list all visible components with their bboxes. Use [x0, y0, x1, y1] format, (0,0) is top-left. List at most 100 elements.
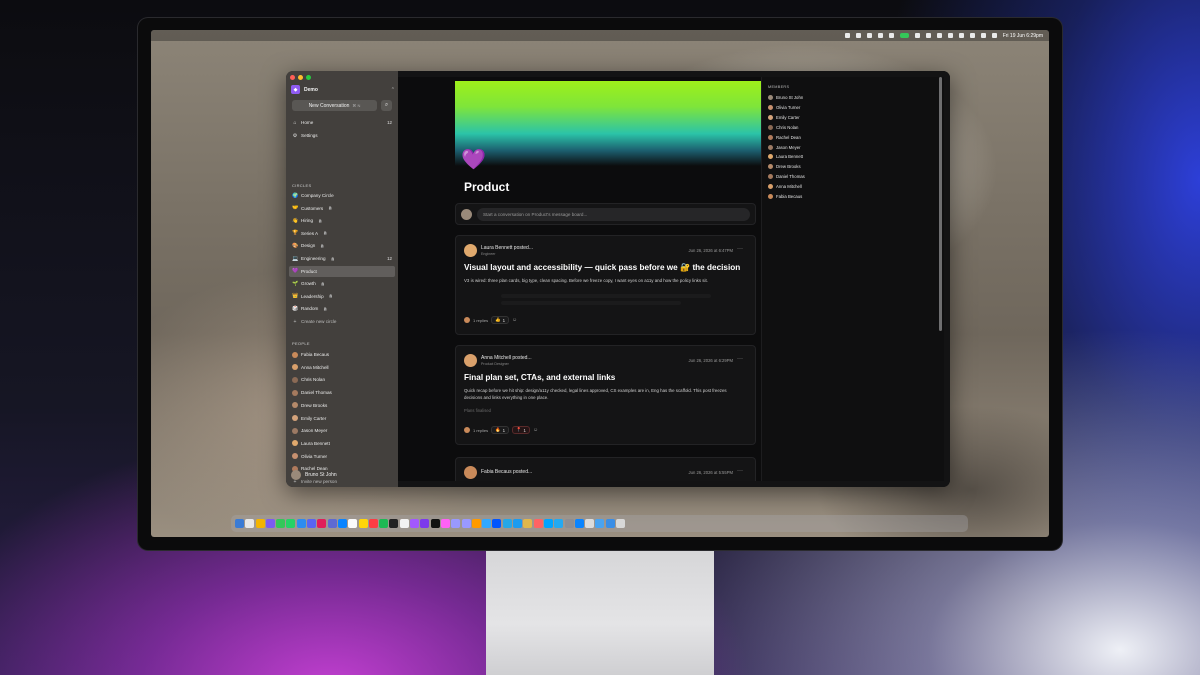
linear-icon[interactable]: [327, 519, 337, 528]
vscode-icon[interactable]: [554, 519, 564, 528]
status-icon[interactable]: [925, 33, 931, 38]
spotify-icon[interactable]: [379, 519, 389, 528]
sidebar-item-person[interactable]: Jason Meyer: [289, 425, 395, 436]
figma-icon[interactable]: [410, 519, 420, 528]
folder-icon[interactable]: [595, 519, 605, 528]
settings-icon[interactable]: [564, 519, 574, 528]
illustrator-icon[interactable]: [471, 519, 481, 528]
sidebar-item-person[interactable]: Daniel Thomas: [289, 387, 395, 398]
member-item[interactable]: Anna Mitchell: [768, 184, 802, 190]
more-options-icon[interactable]: ···: [737, 468, 743, 474]
reaction-pill[interactable]: 📍 1: [512, 426, 530, 434]
downloads-icon[interactable]: [605, 519, 615, 528]
reply-count[interactable]: 1 replies: [473, 428, 488, 433]
create-circle-button[interactable]: + Create new circle: [289, 316, 395, 327]
minimize-window-button[interactable]: [298, 75, 303, 80]
reaction-pill[interactable]: 👍 1: [491, 316, 510, 324]
status-icon[interactable]: [947, 33, 953, 38]
nav-item-settings[interactable]: ⚙ Settings: [289, 130, 395, 141]
calendar-icon[interactable]: [348, 519, 358, 528]
sidebar-item-person[interactable]: Olivia Turner: [289, 451, 395, 462]
control-center-icon[interactable]: [991, 33, 997, 38]
finder-icon[interactable]: [235, 519, 244, 528]
post-title[interactable]: Visual layout and accessibility — quick …: [464, 263, 740, 273]
member-item[interactable]: Rachel Dean: [768, 134, 801, 140]
framer-icon[interactable]: [492, 519, 502, 528]
nav-item-home[interactable]: ⌂ Home 12: [289, 117, 395, 128]
post-card[interactable]: Laura Bennett posted... Engineer Jun 26, 2…: [455, 235, 756, 335]
telegram-icon[interactable]: [502, 519, 512, 528]
more-options-icon[interactable]: ···: [737, 356, 743, 362]
facetime-status-icon[interactable]: [899, 33, 909, 38]
testflight-icon[interactable]: [337, 519, 347, 528]
bluetooth-icon[interactable]: [958, 33, 964, 38]
post-card[interactable]: Anna Mitchell posted... Product Designer J…: [455, 345, 756, 445]
status-icon[interactable]: [877, 33, 883, 38]
member-item[interactable]: Olivia Turner: [768, 104, 800, 110]
reply-count[interactable]: 1 replies: [473, 318, 488, 323]
sidebar-item-person[interactable]: Emily Carter: [289, 413, 395, 424]
after-effects-icon[interactable]: [451, 519, 461, 528]
obsidian-icon[interactable]: [420, 519, 430, 528]
workspace-switcher[interactable]: ◆ Demo ⌃: [291, 85, 395, 94]
premiere-icon[interactable]: [461, 519, 471, 528]
warp-icon[interactable]: [543, 519, 553, 528]
current-user[interactable]: Bruno St John: [291, 470, 337, 480]
zoom-window-button[interactable]: [306, 75, 311, 80]
close-window-button[interactable]: [290, 75, 295, 80]
sidebar-item-circle[interactable]: 👑 Leadership 🔒: [289, 291, 395, 302]
photoshop-icon[interactable]: [482, 519, 492, 528]
status-icon[interactable]: [936, 33, 942, 38]
cursor-icon[interactable]: [430, 519, 440, 528]
status-icon[interactable]: [888, 33, 894, 38]
sidebar-item-person[interactable]: Drew Brooks: [289, 400, 395, 411]
sidebar-item-circle[interactable]: 💻 Engineering 🔒 12: [289, 253, 395, 264]
post-title[interactable]: Final plan set, CTAs, and external links: [464, 373, 615, 382]
slack-icon[interactable]: [317, 519, 327, 528]
menu-bar-clock[interactable]: Fri 19 Jun 6:29pm: [1003, 33, 1043, 39]
sidebar-item-person[interactable]: Fabia Becaus: [289, 349, 395, 360]
add-reaction-icon[interactable]: ☺: [533, 427, 538, 433]
member-item[interactable]: Bruno St John: [768, 95, 803, 100]
member-item[interactable]: Fabia Becaus: [768, 194, 802, 199]
terminal-icon[interactable]: [389, 519, 399, 528]
member-item[interactable]: Emily Carter: [768, 114, 800, 120]
mail-icon[interactable]: [296, 519, 306, 528]
sidebar-item-circle[interactable]: 🎲 Random 🔒: [289, 303, 395, 314]
conversation-input[interactable]: Start a conversation on Product's messag…: [477, 207, 750, 221]
status-icon[interactable]: [914, 33, 920, 38]
new-conversation-button[interactable]: New Conversation ⌘ N: [292, 100, 377, 111]
trash-icon[interactable]: [615, 519, 625, 528]
xcode-icon[interactable]: [513, 519, 523, 528]
status-icon[interactable]: [844, 33, 850, 38]
notion-icon[interactable]: [399, 519, 409, 528]
app-store-icon[interactable]: [574, 519, 584, 528]
member-item[interactable]: Laura Bennett: [768, 154, 803, 160]
reaction-pill[interactable]: 🔥 1: [491, 426, 510, 434]
sidebar-item-circle[interactable]: 🎨 Design 🔒: [289, 240, 395, 251]
sidebar-item-circle[interactable]: 🏆 Series A 🔒: [289, 228, 395, 239]
status-icon[interactable]: [866, 33, 872, 38]
sidebar-item-circle[interactable]: 💜 Product: [289, 265, 395, 277]
preview-icon[interactable]: [585, 519, 595, 528]
status-icon[interactable]: [855, 33, 861, 38]
sidebar-item-circle[interactable]: 🌱 Growth 🔒: [289, 278, 395, 289]
sidebar-item-person[interactable]: Chris Nolan: [289, 374, 395, 385]
member-item[interactable]: Jason Meyer: [768, 144, 801, 150]
arc-icon[interactable]: [265, 519, 275, 528]
more-options-icon[interactable]: ···: [737, 246, 743, 252]
sidebar-item-circle[interactable]: 🤝 Customers 🔒: [289, 203, 395, 214]
notes-icon[interactable]: [358, 519, 368, 528]
sidebar-item-circle[interactable]: 🌍 Company Circle: [289, 190, 395, 201]
whatsapp-icon[interactable]: [286, 519, 296, 528]
add-reaction-icon[interactable]: ☺: [512, 317, 517, 323]
member-item[interactable]: Chris Nolan: [768, 124, 798, 130]
music-icon[interactable]: [368, 519, 378, 528]
sidebar-item-person[interactable]: Laura Bennett: [289, 438, 395, 449]
search-icon[interactable]: [980, 33, 986, 38]
messages-icon[interactable]: [276, 519, 286, 528]
xd-icon[interactable]: [440, 519, 450, 528]
post-card[interactable]: Fabia Becaus posted... Jun 26, 2026 at 5:…: [455, 457, 756, 481]
scrollbar[interactable]: [939, 77, 942, 331]
battery-icon[interactable]: [969, 33, 975, 38]
